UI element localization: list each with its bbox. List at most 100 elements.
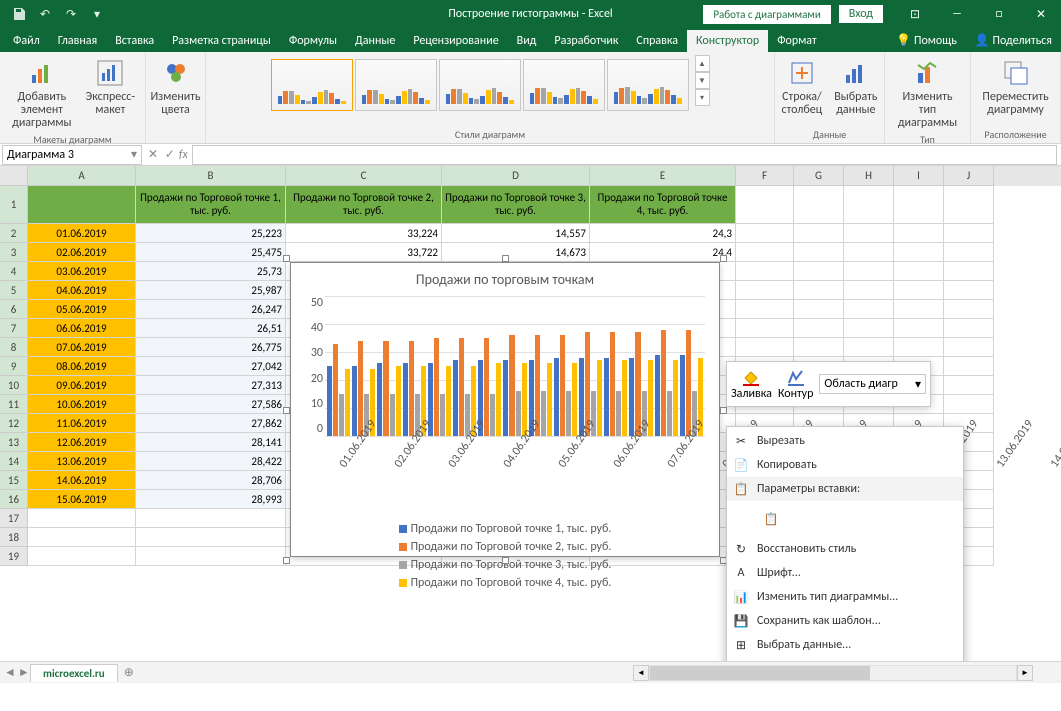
- date-cell[interactable]: 06.06.2019: [28, 319, 136, 338]
- help-button[interactable]: 💡 Помощь: [887, 29, 966, 52]
- close-icon[interactable]: ✕: [1021, 0, 1061, 28]
- row-header[interactable]: 7: [0, 319, 28, 338]
- redo-icon[interactable]: ↷: [60, 3, 82, 25]
- chart-plot-area[interactable]: 50403020100: [325, 296, 705, 436]
- col-header[interactable]: F: [736, 166, 794, 186]
- value-cell[interactable]: 14,673: [442, 243, 590, 262]
- value-cell[interactable]: 28,993: [136, 490, 286, 509]
- header-cell[interactable]: Продажи по Торговой точке 1, тыс. руб.: [136, 186, 286, 224]
- tab-данные[interactable]: Данные: [346, 30, 404, 52]
- date-cell[interactable]: 04.06.2019: [28, 281, 136, 300]
- chart-element-combo[interactable]: Область диагр▾: [819, 374, 926, 394]
- fill-button[interactable]: Заливка: [731, 368, 772, 401]
- value-cell[interactable]: 25,475: [136, 243, 286, 262]
- col-header[interactable]: H: [844, 166, 894, 186]
- col-header[interactable]: J: [944, 166, 994, 186]
- value-cell[interactable]: 26,51: [136, 319, 286, 338]
- enter-formula-icon[interactable]: ✓: [165, 147, 175, 162]
- worksheet-grid[interactable]: ABCDEFGHIJ 1Продажи по Торговой точке 1,…: [0, 166, 1061, 661]
- row-header[interactable]: 16: [0, 490, 28, 509]
- col-header[interactable]: D: [442, 166, 590, 186]
- add-chart-element-button[interactable]: Добавить элемент диаграммы: [6, 55, 78, 133]
- row-header[interactable]: 10: [0, 376, 28, 395]
- change-colors-button[interactable]: Изменить цвета: [146, 55, 204, 119]
- ctx-переместить-диаграмму---[interactable]: ⬚Переместить диаграмму...: [727, 657, 963, 661]
- tab-разметка страницы[interactable]: Разметка страницы: [163, 30, 280, 52]
- maximize-icon[interactable]: □: [979, 0, 1019, 28]
- date-cell[interactable]: 09.06.2019: [28, 376, 136, 395]
- row-header[interactable]: 5: [0, 281, 28, 300]
- value-cell[interactable]: 28,141: [136, 433, 286, 452]
- row-header[interactable]: 15: [0, 471, 28, 490]
- chart-styles-gallery[interactable]: [271, 55, 689, 111]
- sheet-nav-prev-icon[interactable]: ◄: [4, 665, 16, 680]
- col-header[interactable]: B: [136, 166, 286, 186]
- undo-icon[interactable]: ↶: [34, 3, 56, 25]
- value-cell[interactable]: 33,224: [286, 224, 442, 243]
- value-cell[interactable]: 27,042: [136, 357, 286, 376]
- value-cell[interactable]: 28,706: [136, 471, 286, 490]
- header-cell[interactable]: Продажи по Торговой точке 4, тыс. руб.: [590, 186, 736, 224]
- fx-icon[interactable]: fx: [179, 148, 192, 162]
- tab-вид[interactable]: Вид: [508, 30, 546, 52]
- ctx-вырезать[interactable]: ✂Вырезать: [727, 429, 963, 453]
- ctx-восстановить-стиль[interactable]: ↻Восстановить стиль: [727, 537, 963, 561]
- date-cell[interactable]: 01.06.2019: [28, 224, 136, 243]
- chart-style-3[interactable]: [439, 59, 521, 111]
- minimize-icon[interactable]: ―: [937, 0, 977, 28]
- row-header[interactable]: 4: [0, 262, 28, 281]
- sheet-tab[interactable]: microexcel.ru: [30, 664, 118, 682]
- chart-style-2[interactable]: [355, 59, 437, 111]
- row-header[interactable]: 6: [0, 300, 28, 319]
- change-chart-type-button[interactable]: Изменить тип диаграммы: [891, 55, 964, 133]
- row-header[interactable]: 14: [0, 452, 28, 471]
- row-header[interactable]: 17: [0, 509, 28, 528]
- date-cell[interactable]: 14.06.2019: [28, 471, 136, 490]
- date-cell[interactable]: 11.06.2019: [28, 414, 136, 433]
- ctx-копировать[interactable]: 📄Копировать: [727, 453, 963, 477]
- horizontal-scrollbar[interactable]: ◄►: [633, 665, 1033, 681]
- header-cell[interactable]: Продажи по Торговой точке 2, тыс. руб.: [286, 186, 442, 224]
- value-cell[interactable]: 27,862: [136, 414, 286, 433]
- chart-style-1[interactable]: [271, 59, 353, 111]
- cancel-formula-icon[interactable]: ✕: [148, 147, 158, 162]
- move-chart-button[interactable]: Переместить диаграмму: [977, 55, 1054, 119]
- date-cell[interactable]: 05.06.2019: [28, 300, 136, 319]
- header-cell[interactable]: [28, 186, 136, 224]
- date-cell[interactable]: 12.06.2019: [28, 433, 136, 452]
- tab-разработчик[interactable]: Разработчик: [545, 30, 627, 52]
- share-button[interactable]: 👤 Поделиться: [966, 29, 1061, 52]
- row-header[interactable]: 3: [0, 243, 28, 262]
- chart-legend[interactable]: Продажи по Торговой точке 1, тыс. руб.Пр…: [291, 522, 719, 590]
- name-box[interactable]: Диаграмма 3▾: [2, 145, 142, 165]
- row-header[interactable]: 12: [0, 414, 28, 433]
- formula-bar[interactable]: [192, 145, 1057, 165]
- value-cell[interactable]: 25,987: [136, 281, 286, 300]
- select-data-button[interactable]: Выбрать данные: [830, 55, 881, 119]
- row-header[interactable]: 8: [0, 338, 28, 357]
- value-cell[interactable]: 25,223: [136, 224, 286, 243]
- tab-файл[interactable]: Файл: [4, 30, 49, 52]
- tab-вставка[interactable]: Вставка: [106, 30, 163, 52]
- col-header[interactable]: A: [28, 166, 136, 186]
- tab-формат[interactable]: Формат: [768, 30, 825, 52]
- ctx-выбрать-данные---[interactable]: ⊞Выбрать данные...: [727, 633, 963, 657]
- row-header[interactable]: 19: [0, 547, 28, 566]
- value-cell[interactable]: 26,775: [136, 338, 286, 357]
- value-cell[interactable]: 25,73: [136, 262, 286, 281]
- value-cell[interactable]: 33,722: [286, 243, 442, 262]
- value-cell[interactable]: 28,422: [136, 452, 286, 471]
- ribbon-options-icon[interactable]: ⊡: [895, 0, 935, 28]
- date-cell[interactable]: 10.06.2019: [28, 395, 136, 414]
- row-header[interactable]: 2: [0, 224, 28, 243]
- new-sheet-icon[interactable]: ⊕: [118, 665, 140, 680]
- chart-object[interactable]: Продажи по торговым точкам 50403020100 0…: [290, 262, 720, 557]
- qat-dropdown-icon[interactable]: ▾: [86, 3, 108, 25]
- gallery-more-icon[interactable]: ▾: [695, 89, 710, 106]
- date-cell[interactable]: 07.06.2019: [28, 338, 136, 357]
- chart-style-5[interactable]: [607, 59, 689, 111]
- row-header[interactable]: 1: [0, 186, 28, 224]
- col-header[interactable]: I: [894, 166, 944, 186]
- row-header[interactable]: 11: [0, 395, 28, 414]
- ctx-изменить-тип-диаграммы---[interactable]: 📊Изменить тип диаграммы...: [727, 585, 963, 609]
